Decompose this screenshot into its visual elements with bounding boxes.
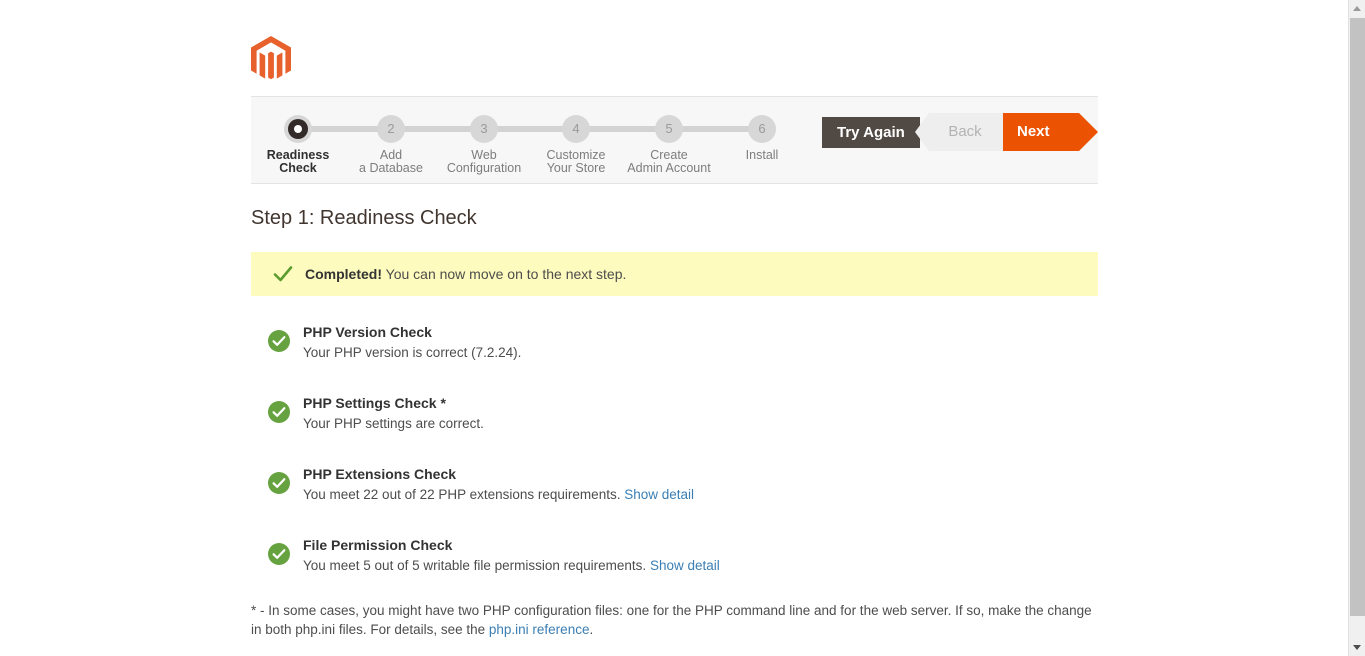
- completion-banner-bold: Completed!: [305, 266, 382, 282]
- check-circle-icon: [268, 543, 290, 565]
- check-description-file-permission: You meet 5 out of 5 writable file permis…: [303, 558, 720, 573]
- show-detail-link-php-extensions[interactable]: Show detail: [624, 487, 694, 502]
- check-circle-icon: [268, 330, 290, 352]
- readiness-check-list: PHP Version Check Your PHP version is co…: [251, 322, 1098, 606]
- check-description-php-extensions: You meet 22 out of 22 PHP extensions req…: [303, 487, 694, 502]
- magento-logo-icon[interactable]: [251, 36, 295, 82]
- step-bullet-4: 4: [562, 115, 590, 143]
- check-circle-icon: [268, 401, 290, 423]
- page-title: Step 1: Readiness Check: [251, 207, 477, 229]
- step-bullet-2: 2: [377, 115, 405, 143]
- scrollbar-thumb[interactable]: [1350, 18, 1365, 616]
- check-title-file-permission: File Permission Check: [303, 537, 453, 553]
- try-again-button[interactable]: Try Again: [822, 117, 920, 148]
- check-item-php-settings: PHP Settings Check * Your PHP settings a…: [251, 393, 1098, 435]
- step-bullet-5: 5: [655, 115, 683, 143]
- back-button[interactable]: Back: [915, 113, 1007, 151]
- check-title-php-extensions: PHP Extensions Check: [303, 466, 457, 482]
- vertical-scrollbar[interactable]: [1348, 0, 1365, 656]
- wizard-nav-bar: Readiness Check 2 Add a Database 3 Web C…: [251, 96, 1098, 184]
- check-item-file-permission: File Permission Check You meet 5 out of …: [251, 535, 1098, 577]
- completion-banner-rest: You can now move on to the next step.: [382, 266, 627, 282]
- completion-banner-text: Completed! You can now move on to the ne…: [305, 266, 626, 282]
- step-bullet-3: 3: [470, 115, 498, 143]
- step-label-install: Install: [745, 148, 779, 162]
- page-canvas: Readiness Check 2 Add a Database 3 Web C…: [0, 0, 1348, 656]
- check-circle-icon: [268, 472, 290, 494]
- step-item-install[interactable]: 6 Install: [702, 115, 822, 162]
- scroll-down-arrow-icon[interactable]: [1349, 639, 1365, 656]
- php-ini-reference-link[interactable]: php.ini reference: [489, 622, 590, 637]
- check-item-php-version: PHP Version Check Your PHP version is co…: [251, 322, 1098, 364]
- check-title-php-settings: PHP Settings Check *: [303, 395, 446, 411]
- step-bullet-6: 6: [748, 115, 776, 143]
- scroll-up-arrow-icon[interactable]: [1349, 0, 1365, 17]
- completion-banner: Completed! You can now move on to the ne…: [251, 252, 1098, 296]
- php-ini-footnote: * - In some cases, you might have two PH…: [251, 601, 1096, 639]
- step-bullet-active-icon: [284, 115, 312, 143]
- check-description-php-settings: Your PHP settings are correct.: [303, 416, 484, 431]
- footnote-suffix: .: [589, 622, 594, 637]
- show-detail-link-file-permission[interactable]: Show detail: [650, 558, 720, 573]
- check-mark-icon: [272, 263, 294, 285]
- check-item-php-extensions: PHP Extensions Check You meet 22 out of …: [251, 464, 1098, 506]
- browser-viewport: Readiness Check 2 Add a Database 3 Web C…: [0, 0, 1365, 656]
- check-description-php-version: Your PHP version is correct (7.2.24).: [303, 345, 522, 360]
- check-title-php-version: PHP Version Check: [303, 324, 432, 340]
- step-progress: Readiness Check 2 Add a Database 3 Web C…: [251, 97, 811, 185]
- next-button[interactable]: Next: [1003, 113, 1098, 151]
- footnote-text: * - In some cases, you might have two PH…: [251, 603, 1092, 637]
